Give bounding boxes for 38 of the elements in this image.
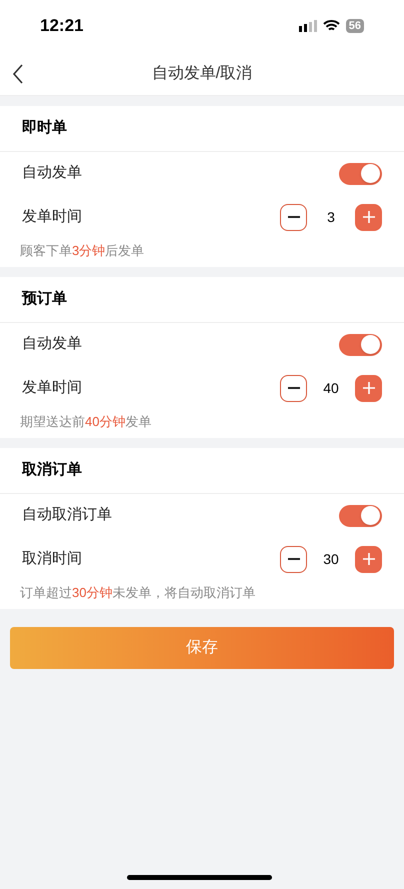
setting-label: 自动取消订单 [22, 505, 112, 526]
plus-icon [362, 553, 374, 565]
setting-label: 自动发单 [22, 334, 82, 354]
minus-button[interactable] [280, 374, 307, 402]
status-time: 12:21 [40, 15, 84, 38]
setting-label: 发单时间 [22, 206, 82, 227]
setting-label: 自动发单 [22, 163, 82, 184]
section-title: 预订单 [22, 289, 67, 310]
wifi-icon [322, 20, 340, 32]
battery-indicator: 56 [346, 19, 364, 33]
toggle-switch[interactable] [339, 504, 382, 526]
plus-icon [362, 211, 374, 223]
toggle-switch[interactable] [339, 334, 382, 356]
minus-icon [288, 216, 300, 218]
plus-button[interactable] [355, 204, 382, 230]
minus-button[interactable] [280, 546, 307, 572]
setting-label: 发单时间 [22, 378, 82, 398]
plus-icon [362, 382, 374, 394]
back-icon [12, 64, 24, 84]
plus-button[interactable] [355, 374, 382, 402]
stepper-value: 40 [322, 378, 340, 398]
page-title: 自动发单/取消 [152, 64, 252, 84]
hint-text: 顾客下单3分钟后发单 [20, 243, 144, 258]
minus-icon [288, 558, 300, 560]
save-button[interactable]: 保存 [10, 627, 394, 669]
minus-icon [288, 387, 300, 389]
minus-button[interactable] [280, 204, 307, 230]
toggle-switch[interactable] [339, 162, 382, 184]
section-title: 取消订单 [22, 460, 82, 480]
section-title: 即时单 [22, 118, 67, 138]
stepper-value: 30 [322, 550, 340, 568]
hint-text: 订单超过30分钟未发单，将自动取消订单 [20, 585, 256, 600]
plus-button[interactable] [355, 546, 382, 572]
back-button[interactable] [12, 64, 24, 84]
stepper-value: 3 [326, 208, 336, 226]
setting-label: 取消时间 [22, 548, 82, 569]
signal-icon [298, 20, 317, 32]
hint-text: 期望送达前40分钟发单 [20, 414, 152, 429]
